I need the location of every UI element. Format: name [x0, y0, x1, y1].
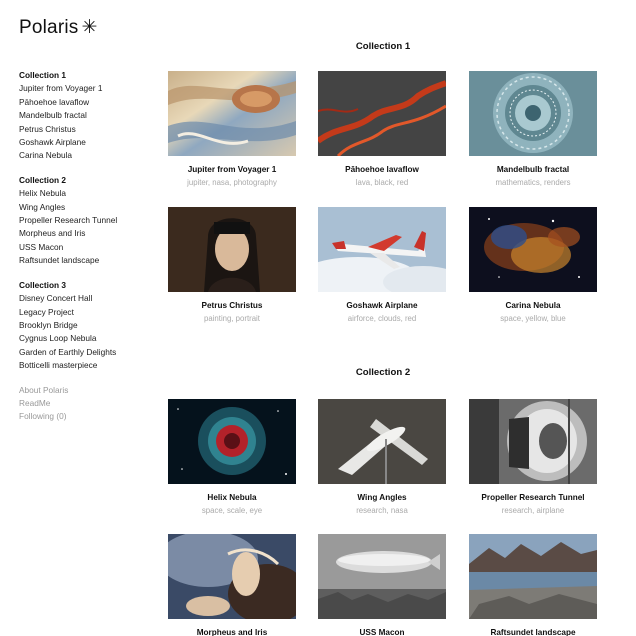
thumbnail-wing-angles[interactable] [318, 399, 446, 484]
gallery-card: Wing Angles research, nasa [318, 399, 446, 515]
card-title[interactable]: Petrus Christus [168, 301, 296, 310]
sidebar-collection-title[interactable]: Collection 3 [19, 279, 149, 292]
sidebar-item-wing-angles[interactable]: Wing Angles [19, 201, 149, 214]
section-title: Collection 1 [355, 41, 411, 52]
site-logo[interactable]: Polaris ✳ [19, 16, 98, 39]
sidebar-item-legacy[interactable]: Legacy Project [19, 306, 149, 319]
section-title: Collection 2 [355, 367, 411, 378]
sidebar-item-botticelli[interactable]: Botticelli masterpiece [19, 359, 149, 372]
sidebar-item-morpheus[interactable]: Morpheus and Iris [19, 227, 149, 240]
card-title[interactable]: Helix Nebula [168, 493, 296, 502]
sidebar-item-garden[interactable]: Garden of Earthly Delights [19, 346, 149, 359]
thumbnail-morpheus-iris[interactable] [168, 534, 296, 619]
card-title[interactable]: Pāhoehoe lavaflow [318, 165, 446, 174]
card-tags: mathematics, renders [495, 178, 571, 187]
card-title[interactable]: Goshawk Airplane [318, 301, 446, 310]
card-title[interactable]: Morpheus and Iris [168, 628, 296, 636]
sidebar-item-cygnus[interactable]: Cygnus Loop Nebula [19, 332, 149, 345]
card-title[interactable]: Wing Angles [318, 493, 446, 502]
card-tags: painting, portrait [204, 314, 260, 323]
sidebar-nav: Collection 1 Jupiter from Voyager 1 Pāho… [19, 69, 149, 435]
gallery-card: Petrus Christus painting, portrait [168, 207, 296, 323]
thumbnail-jupiter[interactable] [168, 71, 296, 156]
card-tags: airforce, clouds, red [347, 314, 417, 323]
thumbnail-mandelbulb[interactable] [469, 71, 597, 156]
thumbnail-goshawk[interactable] [318, 207, 446, 292]
sidebar-item-carina[interactable]: Carina Nebula [19, 149, 149, 162]
sidebar-item-goshawk[interactable]: Goshawk Airplane [19, 136, 149, 149]
gallery-card: Helix Nebula space, scale, eye [168, 399, 296, 515]
card-title[interactable]: Propeller Research Tunnel [469, 493, 597, 502]
sidebar-item-brooklyn[interactable]: Brooklyn Bridge [19, 319, 149, 332]
card-title[interactable]: USS Macon [318, 628, 446, 636]
card-tags: space, yellow, blue [500, 314, 566, 323]
card-title[interactable]: Carina Nebula [469, 301, 597, 310]
card-title[interactable]: Raftsundet landscape [469, 628, 597, 636]
sidebar-collection-title[interactable]: Collection 1 [19, 69, 149, 82]
card-tags: research, airplane [501, 506, 565, 515]
gallery-card: USS Macon [318, 534, 446, 636]
sidebar-collection-1: Collection 1 Jupiter from Voyager 1 Pāho… [19, 69, 149, 163]
about-link[interactable]: About Polaris [19, 384, 149, 397]
sidebar-collection-title[interactable]: Collection 2 [19, 174, 149, 187]
sidebar-item-disney[interactable]: Disney Concert Hall [19, 292, 149, 305]
sidebar-item-petrus[interactable]: Petrus Christus [19, 123, 149, 136]
thumbnail-uss-macon[interactable] [318, 534, 446, 619]
asterisk-icon: ✳ [81, 17, 98, 38]
thumbnail-helix-nebula[interactable] [168, 399, 296, 484]
card-title[interactable]: Jupiter from Voyager 1 [168, 165, 296, 174]
gallery-card: Carina Nebula space, yellow, blue [469, 207, 597, 323]
gallery-card: Goshawk Airplane airforce, clouds, red [318, 207, 446, 323]
thumbnail-petrus-christus[interactable] [168, 207, 296, 292]
site-title: Polaris [19, 17, 79, 38]
gallery-card: Pāhoehoe lavaflow lava, black, red [318, 71, 446, 187]
thumbnail-raftsundet[interactable] [469, 534, 597, 619]
gallery-card: Mandelbulb fractal mathematics, renders [469, 71, 597, 187]
card-tags: space, scale, eye [201, 506, 263, 515]
following-link[interactable]: Following (0) [19, 410, 149, 423]
gallery-card: Morpheus and Iris [168, 534, 296, 636]
card-tags: jupiter, nasa, photography [187, 178, 277, 187]
card-tags: lava, black, red [355, 178, 409, 187]
sidebar-item-helix[interactable]: Helix Nebula [19, 187, 149, 200]
sidebar-item-pahoehoe[interactable]: Pāhoehoe lavaflow [19, 96, 149, 109]
sidebar-collection-2: Collection 2 Helix Nebula Wing Angles Pr… [19, 174, 149, 268]
gallery-card: Propeller Research Tunnel research, airp… [469, 399, 597, 515]
sidebar-item-raftsundet[interactable]: Raftsundet landscape [19, 254, 149, 267]
sidebar-collection-3: Collection 3 Disney Concert Hall Legacy … [19, 279, 149, 373]
sidebar-item-jupiter[interactable]: Jupiter from Voyager 1 [19, 82, 149, 95]
thumbnail-carina[interactable] [469, 207, 597, 292]
card-title[interactable]: Mandelbulb fractal [469, 165, 597, 174]
gallery-card: Jupiter from Voyager 1 jupiter, nasa, ph… [168, 71, 296, 187]
sidebar-item-uss-macon[interactable]: USS Macon [19, 241, 149, 254]
sidebar-footer: About Polaris ReadMe Following (0) [19, 384, 149, 424]
thumbnail-propeller-tunnel[interactable] [469, 399, 597, 484]
card-tags: research, nasa [356, 506, 408, 515]
readme-link[interactable]: ReadMe [19, 397, 149, 410]
sidebar-item-mandelbulb[interactable]: Mandelbulb fractal [19, 109, 149, 122]
gallery-card: Raftsundet landscape [469, 534, 597, 636]
thumbnail-lava[interactable] [318, 71, 446, 156]
sidebar-item-propeller[interactable]: Propeller Research Tunnel [19, 214, 149, 227]
